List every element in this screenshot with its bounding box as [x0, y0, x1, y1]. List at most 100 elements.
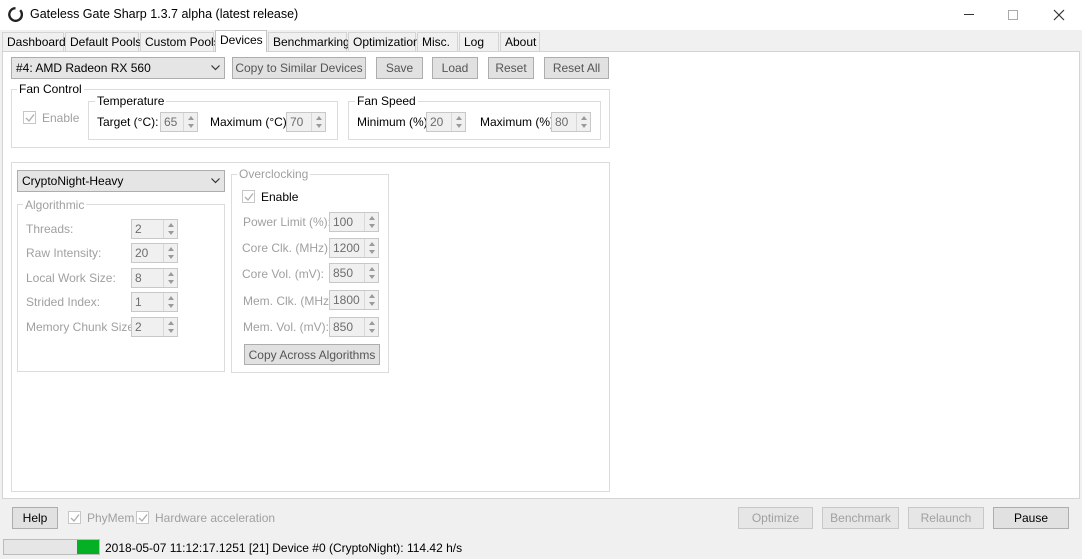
mem-clk-value: 1800 [333, 293, 360, 307]
status-message: 2018-05-07 11:12:17.1251 [21] Device #0 … [105, 541, 463, 555]
save-button[interactable]: Save [376, 57, 423, 79]
pause-button[interactable]: Pause [993, 507, 1069, 529]
help-button[interactable]: Help [12, 507, 58, 529]
algorithm-select-value: CryptoNight-Heavy [22, 174, 124, 188]
minimize-icon [963, 14, 974, 15]
progress-bar [3, 539, 100, 555]
chevron-down-icon [211, 65, 220, 71]
core-vol-label: Core Vol. (mV): [242, 267, 325, 281]
power-limit-label: Power Limit (%): [243, 215, 332, 229]
raw-intensity-label: Raw Intensity: [26, 246, 102, 260]
tab-benchmarking[interactable]: Benchmarking [268, 32, 350, 51]
tab-optimization[interactable]: Optimization [348, 32, 420, 51]
algorithmic-label: Algorithmic [23, 198, 87, 212]
checkmark-icon [138, 514, 148, 523]
local-work-size-stepper[interactable]: 8 [131, 268, 178, 288]
mem-vol-stepper[interactable]: 850 [329, 317, 379, 337]
maximum-temp-label: Maximum (°C): [210, 115, 291, 129]
load-button[interactable]: Load [432, 57, 478, 79]
target-temp-label: Target (°C): [97, 115, 159, 129]
power-limit-value: 100 [333, 215, 354, 229]
stepper-arrows-icon[interactable] [163, 293, 177, 311]
tab-about[interactable]: About [500, 32, 540, 51]
reset-all-button[interactable]: Reset All [544, 57, 609, 79]
strided-index-label: Strided Index: [26, 295, 101, 309]
fan-enable-checkbox[interactable] [23, 111, 36, 124]
tab-default-pools[interactable]: Default Pools [65, 32, 141, 51]
fan-maximum-stepper[interactable]: 80 [551, 112, 591, 132]
checkmark-icon [70, 514, 80, 523]
stepper-arrows-icon[interactable] [364, 239, 378, 257]
core-vol-value: 850 [333, 266, 354, 280]
stepper-arrows-icon[interactable] [364, 291, 378, 309]
core-clk-stepper[interactable]: 1200 [329, 238, 379, 258]
stepper-arrows-icon[interactable] [311, 113, 325, 131]
reset-button[interactable]: Reset [488, 57, 534, 79]
mem-vol-label: Mem. Vol. (mV): [243, 320, 330, 334]
app-icon [8, 7, 23, 22]
raw-intensity-value: 20 [135, 246, 149, 260]
device-select-value: #4: AMD Radeon RX 560 [16, 61, 151, 75]
hardware-acceleration-label: Hardware acceleration [155, 511, 276, 525]
fan-control-label: Fan Control [17, 82, 84, 96]
tab-dashboard[interactable]: Dashboard [2, 32, 66, 51]
stepper-arrows-icon[interactable] [163, 318, 177, 336]
stepper-arrows-icon[interactable] [364, 213, 378, 231]
maximize-button[interactable] [990, 0, 1036, 30]
memory-chunk-size-label: Memory Chunk Size: [26, 320, 138, 334]
minimize-button[interactable] [946, 0, 992, 30]
maximize-icon [1007, 9, 1018, 20]
local-work-size-value: 8 [135, 271, 142, 285]
tab-devices[interactable]: Devices [215, 30, 267, 52]
device-select[interactable]: #4: AMD Radeon RX 560 [11, 57, 225, 79]
close-button[interactable] [1036, 0, 1082, 30]
local-work-size-label: Local Work Size: [26, 271, 116, 285]
tab-custom-pools[interactable]: Custom Pools [140, 32, 220, 51]
overclocking-enable-checkbox[interactable] [242, 190, 255, 203]
algorithm-select[interactable]: CryptoNight-Heavy [17, 170, 225, 192]
memory-chunk-size-stepper[interactable]: 2 [131, 317, 178, 337]
threads-label: Threads: [26, 222, 74, 236]
power-limit-stepper[interactable]: 100 [329, 212, 379, 232]
fan-minimum-stepper[interactable]: 20 [426, 112, 466, 132]
threads-value: 2 [135, 222, 142, 236]
maximum-temp-stepper[interactable]: 70 [286, 112, 326, 132]
target-temp-value: 65 [164, 115, 178, 129]
core-vol-stepper[interactable]: 850 [329, 263, 379, 283]
raw-intensity-stepper[interactable]: 20 [131, 243, 178, 263]
memory-chunk-size-value: 2 [135, 320, 142, 334]
tab-misc[interactable]: Misc. [417, 32, 458, 51]
copy-across-algorithms-button[interactable]: Copy Across Algorithms [244, 344, 380, 365]
threads-stepper[interactable]: 2 [131, 219, 178, 239]
stepper-arrows-icon[interactable] [163, 244, 177, 262]
chevron-down-icon [211, 178, 220, 184]
overclocking-enable-label: Enable [261, 190, 299, 204]
target-temp-stepper[interactable]: 65 [160, 112, 198, 132]
tab-log[interactable]: Log [459, 32, 499, 51]
phymem-checkbox[interactable] [68, 511, 81, 524]
benchmark-button[interactable]: Benchmark [822, 507, 899, 529]
strided-index-stepper[interactable]: 1 [131, 292, 178, 312]
fan-minimum-label: Minimum (%): [357, 115, 431, 129]
stepper-arrows-icon[interactable] [451, 113, 465, 131]
fan-minimum-value: 20 [430, 115, 444, 129]
window-title: Gateless Gate Sharp 1.3.7 alpha (latest … [30, 7, 299, 21]
stepper-arrows-icon[interactable] [163, 269, 177, 287]
stepper-arrows-icon[interactable] [163, 220, 177, 238]
checkmark-icon [244, 193, 254, 202]
stepper-arrows-icon[interactable] [364, 318, 378, 336]
mem-clk-label: Mem. Clk. (MHz): [243, 294, 337, 308]
optimize-button[interactable]: Optimize [738, 507, 813, 529]
mem-clk-stepper[interactable]: 1800 [329, 290, 379, 310]
maximum-temp-value: 70 [290, 115, 304, 129]
core-clk-label: Core Clk. (MHz): [242, 241, 332, 255]
temperature-label: Temperature [95, 94, 167, 108]
checkmark-icon [25, 114, 35, 123]
hardware-acceleration-checkbox[interactable] [136, 511, 149, 524]
strided-index-value: 1 [135, 295, 142, 309]
stepper-arrows-icon[interactable] [576, 113, 590, 131]
relaunch-button[interactable]: Relaunch [908, 507, 984, 529]
copy-to-similar-button[interactable]: Copy to Similar Devices [232, 57, 366, 79]
stepper-arrows-icon[interactable] [364, 264, 378, 282]
stepper-arrows-icon[interactable] [183, 113, 197, 131]
